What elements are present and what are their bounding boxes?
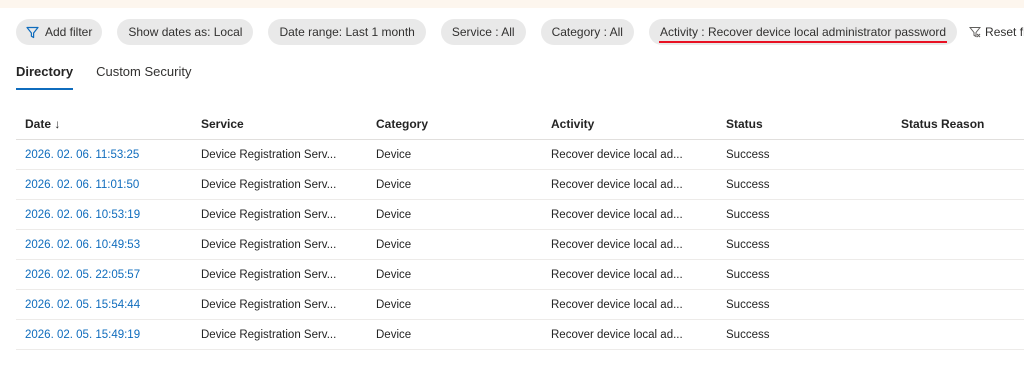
notification-banner — [0, 0, 1024, 8]
date-cell[interactable]: 2026. 02. 06. 11:01:50 — [16, 169, 192, 200]
table-row[interactable]: 2026. 02. 05. 15:54:44 Device Registrati… — [16, 289, 1024, 320]
table-row[interactable]: 2026. 02. 06. 10:53:19 Device Registrati… — [16, 199, 1024, 230]
date-cell[interactable]: 2026. 02. 05. 22:05:57 — [16, 259, 192, 290]
date-cell[interactable]: 2026. 02. 05. 15:54:44 — [16, 289, 192, 320]
reset-filters-label: Reset filters — [985, 25, 1024, 39]
status-cell: Success — [717, 199, 892, 230]
category-filter[interactable]: Category : All — [540, 19, 634, 45]
status-reason-cell — [892, 319, 1024, 350]
activity-cell: Recover device local ad... — [542, 289, 717, 320]
date-range-label: Date range: Last 1 month — [279, 25, 415, 39]
service-cell: Device Registration Serv... — [192, 289, 367, 320]
status-reason-cell — [892, 169, 1024, 200]
activity-cell: Recover device local ad... — [542, 259, 717, 290]
activity-cell: Recover device local ad... — [542, 229, 717, 260]
activity-cell: Recover device local ad... — [542, 139, 717, 170]
audit-log-table: Date ↓ Service Category Activity Status … — [16, 108, 1024, 350]
category-cell: Device — [367, 199, 542, 230]
category-cell: Device — [367, 259, 542, 290]
column-header-category[interactable]: Category — [367, 108, 542, 140]
category-cell: Device — [367, 289, 542, 320]
service-cell: Device Registration Serv... — [192, 259, 367, 290]
activity-filter[interactable]: Activity : Recover device local administ… — [648, 19, 958, 45]
category-cell: Device — [367, 139, 542, 170]
table-row[interactable]: 2026. 02. 06. 11:01:50 Device Registrati… — [16, 169, 1024, 200]
column-header-status[interactable]: Status — [717, 108, 892, 140]
service-cell: Device Registration Serv... — [192, 139, 367, 170]
table-row[interactable]: 2026. 02. 06. 10:49:53 Device Registrati… — [16, 229, 1024, 260]
filter-bar: Add filter Show dates as: Local Date ran… — [16, 19, 1024, 45]
status-reason-cell — [892, 289, 1024, 320]
status-cell: Success — [717, 229, 892, 260]
add-filter-label: Add filter — [45, 25, 93, 39]
date-cell[interactable]: 2026. 02. 06. 10:49:53 — [16, 229, 192, 260]
status-reason-cell — [892, 139, 1024, 170]
show-dates-label: Show dates as: Local — [128, 25, 243, 39]
activity-cell: Recover device local ad... — [542, 319, 717, 350]
service-filter[interactable]: Service : All — [440, 19, 526, 45]
activity-cell: Recover device local ad... — [542, 199, 717, 230]
status-reason-cell — [892, 229, 1024, 260]
category-cell: Device — [367, 169, 542, 200]
show-dates-filter[interactable]: Show dates as: Local — [117, 19, 254, 45]
status-reason-cell — [892, 199, 1024, 230]
date-range-filter[interactable]: Date range: Last 1 month — [268, 19, 426, 45]
tab-list: Directory Custom Security — [16, 60, 214, 90]
table-row[interactable]: 2026. 02. 05. 22:05:57 Device Registrati… — [16, 259, 1024, 290]
table-header-row: Date ↓ Service Category Activity Status … — [16, 108, 1024, 140]
service-cell: Device Registration Serv... — [192, 229, 367, 260]
add-filter-button[interactable]: Add filter — [16, 19, 103, 45]
reset-filters-button[interactable]: Reset filters — [969, 25, 1024, 39]
column-header-date[interactable]: Date ↓ — [16, 108, 192, 140]
category-filter-label: Category : All — [551, 25, 623, 39]
service-cell: Device Registration Serv... — [192, 169, 367, 200]
date-cell[interactable]: 2026. 02. 06. 11:53:25 — [16, 139, 192, 170]
status-cell: Success — [717, 319, 892, 350]
column-header-activity[interactable]: Activity — [542, 108, 717, 140]
status-cell: Success — [717, 259, 892, 290]
tab-directory[interactable]: Directory — [16, 60, 74, 90]
category-cell: Device — [367, 229, 542, 260]
highlight-underline — [658, 41, 948, 43]
tab-custom-security[interactable]: Custom Security — [96, 60, 191, 84]
column-header-service[interactable]: Service — [192, 108, 367, 140]
column-header-status-reason[interactable]: Status Reason — [892, 108, 1024, 140]
date-cell[interactable]: 2026. 02. 06. 10:53:19 — [16, 199, 192, 230]
table-row[interactable]: 2026. 02. 06. 11:53:25 Device Registrati… — [16, 139, 1024, 170]
clear-filter-icon — [969, 27, 982, 38]
status-cell: Success — [717, 169, 892, 200]
date-cell[interactable]: 2026. 02. 05. 15:49:19 — [16, 319, 192, 350]
category-cell: Device — [367, 319, 542, 350]
status-reason-cell — [892, 259, 1024, 290]
table-row[interactable]: 2026. 02. 05. 15:49:19 Device Registrati… — [16, 319, 1024, 350]
status-cell: Success — [717, 289, 892, 320]
service-filter-label: Service : All — [451, 25, 515, 39]
filter-icon — [26, 26, 39, 38]
service-cell: Device Registration Serv... — [192, 319, 367, 350]
status-cell: Success — [717, 139, 892, 170]
activity-filter-label: Activity : Recover device local administ… — [659, 25, 947, 39]
service-cell: Device Registration Serv... — [192, 199, 367, 230]
activity-cell: Recover device local ad... — [542, 169, 717, 200]
